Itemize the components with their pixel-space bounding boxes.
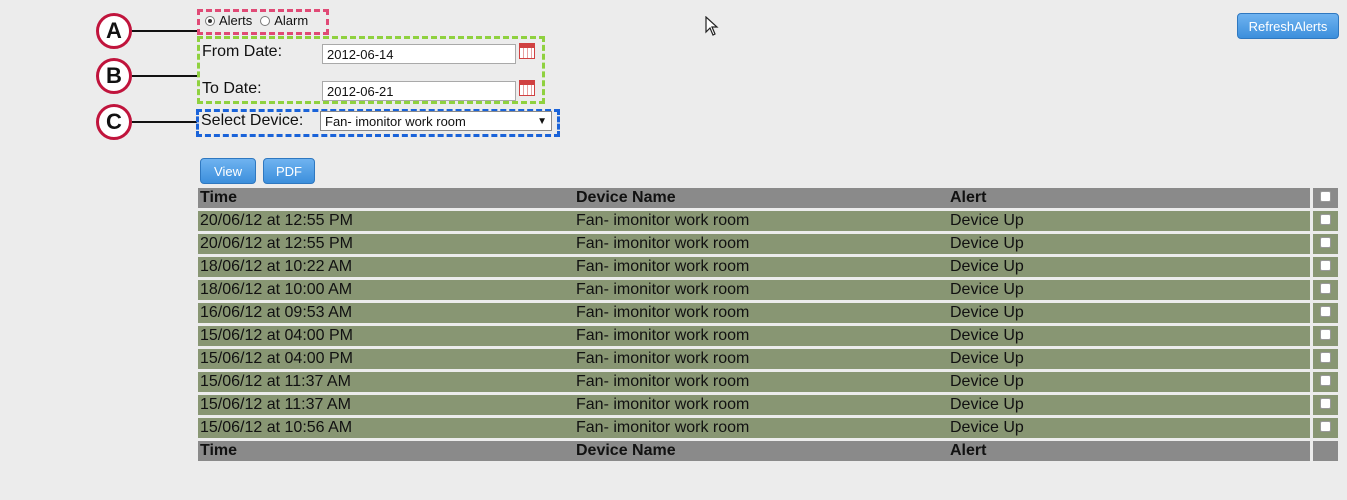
cell-alert: Device Up bbox=[948, 324, 1311, 349]
cell-device-name: Fan- imonitor work room bbox=[574, 209, 948, 234]
mouse-pointer-icon bbox=[705, 16, 719, 36]
cell-device-name: Fan- imonitor work room bbox=[574, 324, 948, 349]
cell-time: 16/06/12 at 09:53 AM bbox=[198, 301, 574, 326]
row-checkbox[interactable] bbox=[1319, 306, 1331, 317]
cell-time: 18/06/12 at 10:00 AM bbox=[198, 278, 574, 303]
callout-a-leader bbox=[132, 30, 197, 32]
cell-time: 15/06/12 at 10:56 AM bbox=[198, 416, 574, 441]
table-header-row: Time Device Name Alert bbox=[198, 188, 1338, 211]
callout-c: C bbox=[96, 104, 132, 140]
cell-device-name: Fan- imonitor work room bbox=[574, 393, 948, 418]
cell-time: 20/06/12 at 12:55 PM bbox=[198, 232, 574, 257]
cell-device-name: Fan- imonitor work room bbox=[574, 232, 948, 257]
select-all-checkbox[interactable] bbox=[1319, 191, 1331, 202]
table-row: 15/06/12 at 04:00 PM Fan- imonitor work r… bbox=[198, 347, 1338, 372]
row-checkbox[interactable] bbox=[1319, 352, 1331, 363]
cell-time: 20/06/12 at 12:55 PM bbox=[198, 209, 574, 234]
alarm-radio[interactable] bbox=[260, 15, 271, 26]
cell-device-name: Fan- imonitor work room bbox=[574, 301, 948, 326]
to-calendar-icon[interactable] bbox=[519, 80, 535, 96]
select-device-label: Select Device: bbox=[201, 112, 304, 129]
row-checkbox-cell bbox=[1309, 209, 1338, 234]
footer-alert: Alert bbox=[948, 439, 1311, 464]
header-alert[interactable]: Alert bbox=[948, 188, 1311, 211]
cell-time: 15/06/12 at 04:00 PM bbox=[198, 324, 574, 349]
mode-radio-group: Alerts Alarm bbox=[205, 13, 308, 28]
row-checkbox-cell bbox=[1309, 416, 1338, 441]
row-checkbox-cell bbox=[1309, 255, 1338, 280]
cell-alert: Device Up bbox=[948, 393, 1311, 418]
table-row: 18/06/12 at 10:22 AM Fan- imonitor work r… bbox=[198, 255, 1338, 280]
row-checkbox[interactable] bbox=[1319, 237, 1331, 248]
cell-time: 15/06/12 at 11:37 AM bbox=[198, 393, 574, 418]
cell-device-name: Fan- imonitor work room bbox=[574, 347, 948, 372]
row-checkbox[interactable] bbox=[1319, 214, 1331, 225]
table-row: 15/06/12 at 04:00 PM Fan- imonitor work r… bbox=[198, 324, 1338, 349]
row-checkbox[interactable] bbox=[1319, 375, 1331, 386]
header-device-name[interactable]: Device Name bbox=[574, 188, 948, 211]
row-checkbox[interactable] bbox=[1319, 329, 1331, 340]
callout-a: A bbox=[96, 13, 132, 49]
table-row: 20/06/12 at 12:55 PM Fan- imonitor work r… bbox=[198, 232, 1338, 257]
header-checkbox-cell bbox=[1309, 188, 1338, 211]
to-date-label: To Date: bbox=[202, 80, 262, 97]
from-date-input[interactable]: 2012-06-14 bbox=[322, 44, 516, 64]
header-time[interactable]: Time bbox=[198, 188, 574, 211]
alarm-radio-label[interactable]: Alarm bbox=[274, 13, 308, 28]
cell-alert: Device Up bbox=[948, 370, 1311, 395]
cell-device-name: Fan- imonitor work room bbox=[574, 416, 948, 441]
table-row: 15/06/12 at 11:37 AM Fan- imonitor work r… bbox=[198, 393, 1338, 418]
cell-alert: Device Up bbox=[948, 255, 1311, 280]
footer-device-name: Device Name bbox=[574, 439, 948, 464]
footer-empty-cell bbox=[1309, 439, 1338, 464]
table-row: 16/06/12 at 09:53 AM Fan- imonitor work r… bbox=[198, 301, 1338, 326]
device-select-value: Fan- imonitor work room bbox=[325, 113, 466, 129]
row-checkbox-cell bbox=[1309, 232, 1338, 257]
callout-b: B bbox=[96, 58, 132, 94]
row-checkbox-cell bbox=[1309, 324, 1338, 349]
to-date-input[interactable]: 2012-06-21 bbox=[322, 81, 516, 101]
cell-alert: Device Up bbox=[948, 209, 1311, 234]
table-row: 15/06/12 at 10:56 AM Fan- imonitor work r… bbox=[198, 416, 1338, 441]
row-checkbox-cell bbox=[1309, 301, 1338, 326]
cell-device-name: Fan- imonitor work room bbox=[574, 370, 948, 395]
cell-time: 15/06/12 at 11:37 AM bbox=[198, 370, 574, 395]
cell-time: 15/06/12 at 04:00 PM bbox=[198, 347, 574, 372]
table-footer-row: Time Device Name Alert bbox=[198, 439, 1338, 464]
cell-alert: Device Up bbox=[948, 301, 1311, 326]
cell-device-name: Fan- imonitor work room bbox=[574, 255, 948, 280]
refresh-alerts-button[interactable]: RefreshAlerts bbox=[1237, 13, 1339, 39]
callout-c-leader bbox=[132, 121, 197, 123]
view-button[interactable]: View bbox=[200, 158, 256, 184]
footer-time: Time bbox=[198, 439, 574, 464]
table-row: 20/06/12 at 12:55 PM Fan- imonitor work r… bbox=[198, 209, 1338, 234]
row-checkbox-cell bbox=[1309, 393, 1338, 418]
pdf-button[interactable]: PDF bbox=[263, 158, 315, 184]
table-row: 18/06/12 at 10:00 AM Fan- imonitor work r… bbox=[198, 278, 1338, 303]
cell-alert: Device Up bbox=[948, 347, 1311, 372]
row-checkbox-cell bbox=[1309, 347, 1338, 372]
alerts-radio[interactable] bbox=[205, 15, 215, 26]
row-checkbox-cell bbox=[1309, 278, 1338, 303]
cell-alert: Device Up bbox=[948, 416, 1311, 441]
callout-b-leader bbox=[132, 75, 197, 77]
cell-device-name: Fan- imonitor work room bbox=[574, 278, 948, 303]
alerts-radio-label[interactable]: Alerts bbox=[219, 13, 252, 28]
row-checkbox[interactable] bbox=[1319, 260, 1331, 271]
alerts-table: Time Device Name Alert 20/06/12 at 12:55… bbox=[198, 188, 1338, 464]
row-checkbox-cell bbox=[1309, 370, 1338, 395]
from-calendar-icon[interactable] bbox=[519, 43, 535, 59]
cell-alert: Device Up bbox=[948, 232, 1311, 257]
row-checkbox[interactable] bbox=[1319, 421, 1331, 432]
dropdown-arrow-icon: ▼ bbox=[537, 115, 547, 127]
table-row: 15/06/12 at 11:37 AM Fan- imonitor work r… bbox=[198, 370, 1338, 395]
row-checkbox[interactable] bbox=[1319, 398, 1331, 409]
cell-time: 18/06/12 at 10:22 AM bbox=[198, 255, 574, 280]
cell-alert: Device Up bbox=[948, 278, 1311, 303]
row-checkbox[interactable] bbox=[1319, 283, 1331, 294]
from-date-label: From Date: bbox=[202, 43, 283, 60]
device-select[interactable]: Fan- imonitor work room ▼ bbox=[320, 111, 552, 131]
